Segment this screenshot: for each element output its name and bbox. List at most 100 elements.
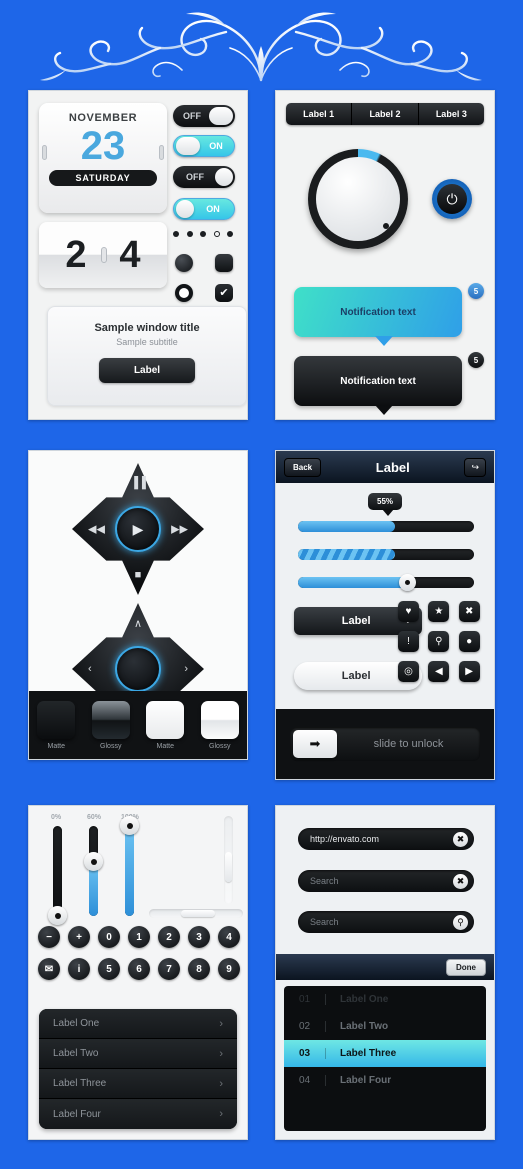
- picker-row[interactable]: 02 Label Two: [284, 1013, 486, 1040]
- url-field[interactable]: http://envato.com ✖: [298, 828, 474, 850]
- stop-icon[interactable]: ■: [135, 569, 142, 581]
- page-dot[interactable]: [200, 231, 206, 237]
- scrollbar-thumb[interactable]: [181, 910, 215, 917]
- radio-selected[interactable]: [175, 254, 193, 272]
- arrow-left-icon[interactable]: ◀: [428, 661, 450, 682]
- number-button-6[interactable]: 6: [128, 958, 150, 980]
- checkbox-unchecked[interactable]: [215, 254, 233, 272]
- vertical-slider-100[interactable]: [120, 816, 139, 916]
- page-dot[interactable]: [186, 231, 193, 237]
- clear-icon[interactable]: ✖: [453, 873, 468, 889]
- picker-row[interactable]: 01 Label One: [284, 986, 486, 1013]
- rotary-dial[interactable]: [308, 149, 408, 249]
- exclamation-icon[interactable]: !: [398, 631, 419, 652]
- chevron-left-icon[interactable]: ‹: [88, 663, 92, 675]
- close-icon[interactable]: ✖: [458, 601, 480, 622]
- list-item[interactable]: Label Four ›: [39, 1099, 237, 1129]
- toggle-off-square[interactable]: OFF: [173, 105, 235, 127]
- number-button-7[interactable]: 7: [158, 958, 180, 980]
- info-icon[interactable]: i: [68, 958, 90, 980]
- page-dot[interactable]: [173, 231, 179, 237]
- striped-progress-bar[interactable]: [298, 549, 474, 560]
- slider-handle[interactable]: [48, 906, 67, 925]
- play-button[interactable]: ▶: [115, 506, 161, 552]
- unlock-handle[interactable]: ➡: [293, 730, 337, 758]
- swatch-light-glossy[interactable]: Glossy: [200, 700, 239, 750]
- radio-unselected[interactable]: [175, 284, 193, 302]
- toggle-on-square[interactable]: ON: [173, 135, 235, 157]
- done-button[interactable]: Done: [446, 958, 486, 976]
- scrollbar-thumb[interactable]: [225, 852, 232, 882]
- toggle-off-round[interactable]: OFF: [173, 166, 235, 188]
- vertical-scrollbar[interactable]: [224, 816, 233, 904]
- number-button-2[interactable]: 2: [158, 926, 180, 948]
- vertical-slider-60[interactable]: [84, 826, 103, 916]
- segment-label-3[interactable]: Label 3: [419, 103, 484, 125]
- heart-icon[interactable]: ♥: [398, 601, 419, 622]
- calendar-widget[interactable]: NOVEMBER 23 SATURDAY: [39, 103, 167, 213]
- plus-button[interactable]: +: [68, 926, 90, 948]
- list-item[interactable]: Label Three ›: [39, 1069, 237, 1099]
- number-button-4[interactable]: 4: [218, 926, 240, 948]
- segmented-control[interactable]: Label 1 Label 2 Label 3: [286, 103, 484, 125]
- page-dot-active[interactable]: [213, 231, 220, 237]
- picker-row-selected[interactable]: 03 Label Three: [284, 1040, 486, 1067]
- picker-row[interactable]: 04 Label Four: [284, 1067, 486, 1094]
- slider[interactable]: [298, 574, 474, 591]
- mail-icon[interactable]: ✉: [38, 958, 60, 980]
- search-icon[interactable]: ⚲: [428, 631, 450, 652]
- panel-calendar: NOVEMBER 23 SATURDAY 2 4 Sample window t…: [28, 90, 248, 420]
- page-dots[interactable]: [173, 231, 233, 237]
- chevron-up-icon[interactable]: ∧: [134, 617, 142, 630]
- number-button-8[interactable]: 8: [188, 958, 210, 980]
- list-item[interactable]: Label One ›: [39, 1009, 237, 1039]
- number-button-3[interactable]: 3: [188, 926, 210, 948]
- segment-label-1[interactable]: Label 1: [286, 103, 353, 125]
- panel-progress: Back Label ↪ 55% Label › Label › ♥ ★ ✖ !…: [275, 450, 495, 780]
- rewind-icon[interactable]: ◀◀: [88, 523, 105, 536]
- bubble-tail: [374, 405, 393, 415]
- star-icon[interactable]: ★: [428, 601, 450, 622]
- center-button[interactable]: [115, 646, 161, 692]
- search-field[interactable]: Search ⚲: [298, 911, 474, 933]
- number-button-5[interactable]: 5: [98, 958, 120, 980]
- swatch-dark-matte[interactable]: Matte: [37, 700, 76, 750]
- back-button[interactable]: Back: [284, 457, 322, 477]
- location-pin-icon[interactable]: ●: [458, 631, 480, 652]
- vertical-slider-0[interactable]: [48, 826, 67, 925]
- number-button-1[interactable]: 1: [128, 926, 150, 948]
- swatch-dark-glossy[interactable]: Glossy: [91, 700, 130, 750]
- swatch-label: Matte: [47, 742, 65, 750]
- slider-handle[interactable]: [399, 574, 417, 591]
- window-button[interactable]: Label: [99, 358, 195, 383]
- picker-row-number: 04: [284, 1075, 326, 1086]
- clear-icon[interactable]: ✖: [453, 831, 468, 847]
- toggle-on-round[interactable]: ON: [173, 198, 235, 220]
- list-item[interactable]: Label Two ›: [39, 1039, 237, 1069]
- progress-bar[interactable]: [298, 521, 474, 532]
- slider-handle[interactable]: [84, 852, 103, 871]
- arrow-right-icon[interactable]: ▶: [458, 661, 480, 682]
- slider-handle[interactable]: [120, 816, 139, 835]
- media-control-pad[interactable]: ▐▐ ◀◀ ▶▶ ■ ▶: [72, 463, 204, 595]
- checkbox-checked[interactable]: ✔: [215, 284, 233, 302]
- pause-icon[interactable]: ▐▐: [130, 477, 146, 489]
- swatch-box: [37, 700, 76, 739]
- page-dot[interactable]: [227, 231, 233, 237]
- slide-to-unlock[interactable]: ➡ slide to unlock: [290, 727, 480, 761]
- horizontal-scrollbar[interactable]: [149, 909, 243, 918]
- chevron-right-icon[interactable]: ›: [184, 663, 188, 675]
- fast-forward-icon[interactable]: ▶▶: [171, 523, 188, 536]
- search-field-clear[interactable]: Search ✖: [298, 870, 474, 892]
- record-icon[interactable]: ◎: [398, 661, 419, 682]
- minus-button[interactable]: −: [38, 926, 60, 948]
- picker-wheel[interactable]: 01 Label One 02 Label Two 03 Label Three…: [284, 986, 486, 1131]
- search-icon[interactable]: ⚲: [453, 914, 468, 930]
- share-icon[interactable]: ↪: [464, 457, 486, 477]
- power-button[interactable]: [432, 179, 472, 219]
- calendar-ring-left: [42, 145, 47, 160]
- number-button-9[interactable]: 9: [218, 958, 240, 980]
- segment-label-2[interactable]: Label 2: [352, 103, 419, 125]
- number-button-0[interactable]: 0: [98, 926, 120, 948]
- swatch-light-matte[interactable]: Matte: [146, 700, 185, 750]
